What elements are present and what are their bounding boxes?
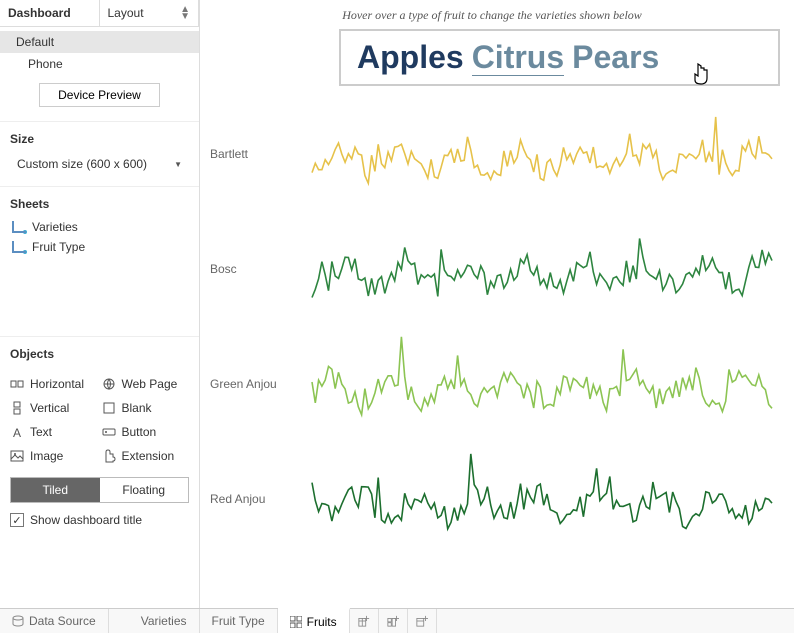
object-label: Blank bbox=[122, 401, 152, 415]
button-icon bbox=[102, 425, 116, 439]
updown-icon: ▲▼ bbox=[180, 6, 190, 20]
chart-row: Bosc bbox=[204, 211, 780, 326]
webpage-icon bbox=[102, 377, 116, 391]
show-title-label: Show dashboard title bbox=[30, 513, 142, 527]
fruit-type-title-box[interactable]: Apples Citrus Pears bbox=[339, 29, 780, 86]
sheet-tab-fruit-type[interactable]: Fruit Type bbox=[200, 609, 278, 633]
chart-row: Bartlett bbox=[204, 96, 780, 211]
chart-row: Green Anjou bbox=[204, 326, 780, 441]
tab-label: Data Source bbox=[29, 614, 96, 628]
chart-row: Red Anjou bbox=[204, 441, 780, 556]
dashboard-canvas: Hover over a type of fruit to change the… bbox=[200, 0, 794, 608]
device-list: Default Phone Device Preview bbox=[0, 27, 199, 122]
tab-data-source[interactable]: Data Source bbox=[0, 609, 109, 633]
text-icon: A bbox=[10, 425, 24, 439]
left-panel: Dashboard Layout ▲▼ Default Phone Device… bbox=[0, 0, 200, 608]
sheet-label: Varieties bbox=[32, 220, 78, 234]
sheet-tab-fruits[interactable]: Fruits bbox=[278, 608, 350, 633]
sheets-header: Sheets bbox=[10, 197, 189, 211]
horizontal-icon bbox=[10, 377, 24, 391]
new-dashboard-button[interactable] bbox=[379, 609, 408, 633]
sheet-varieties[interactable]: Varieties bbox=[10, 217, 189, 237]
chevron-down-icon: ▼ bbox=[174, 160, 182, 169]
tab-label: Fruits bbox=[307, 615, 337, 629]
title-word-citrus[interactable]: Citrus bbox=[472, 39, 564, 76]
size-section: Size Custom size (600 x 600) ▼ bbox=[0, 122, 199, 187]
bar-chart-icon bbox=[12, 241, 26, 253]
tab-layout[interactable]: Layout ▲▼ bbox=[100, 0, 200, 26]
bottom-tab-bar: Data Source Varieties Fruit Type Fruits bbox=[0, 608, 794, 633]
chart-label: Red Anjou bbox=[204, 492, 304, 506]
tab-dashboard[interactable]: Dashboard bbox=[0, 0, 100, 26]
object-vertical[interactable]: Vertical bbox=[10, 397, 98, 419]
object-label: Web Page bbox=[122, 377, 178, 391]
object-blank[interactable]: Blank bbox=[102, 397, 190, 419]
object-label: Image bbox=[30, 449, 63, 463]
sparkline-chart[interactable] bbox=[304, 214, 780, 324]
objects-header: Objects bbox=[0, 337, 199, 363]
sheets-section: Sheets Varieties Fruit Type bbox=[0, 187, 199, 337]
object-horizontal[interactable]: Horizontal bbox=[10, 373, 98, 395]
new-worksheet-button[interactable] bbox=[350, 609, 379, 633]
object-webpage[interactable]: Web Page bbox=[102, 373, 190, 395]
svg-text:A: A bbox=[13, 426, 21, 439]
new-dashboard-icon bbox=[387, 615, 399, 627]
sheet-label: Fruit Type bbox=[32, 240, 85, 254]
sparkline-chart[interactable] bbox=[304, 444, 780, 554]
new-story-button[interactable] bbox=[408, 609, 437, 633]
hover-hint: Hover over a type of fruit to change the… bbox=[204, 8, 780, 23]
tab-layout-label: Layout bbox=[108, 6, 144, 20]
device-default[interactable]: Default bbox=[0, 31, 199, 53]
sheet-tab-varieties[interactable]: Varieties bbox=[129, 609, 200, 633]
sheet-fruit-type[interactable]: Fruit Type bbox=[10, 237, 189, 257]
size-select[interactable]: Custom size (600 x 600) ▼ bbox=[10, 152, 189, 176]
chart-label: Bosc bbox=[204, 262, 304, 276]
title-word-pears[interactable]: Pears bbox=[572, 39, 659, 75]
object-label: Button bbox=[122, 425, 157, 439]
object-image[interactable]: Image bbox=[10, 445, 98, 467]
tiled-button[interactable]: Tiled bbox=[11, 478, 100, 502]
objects-section: Objects Horizontal Web Page Vertical Blank A… bbox=[0, 337, 199, 608]
device-phone[interactable]: Phone bbox=[0, 53, 199, 75]
panel-tabs: Dashboard Layout ▲▼ bbox=[0, 0, 199, 27]
object-text[interactable]: A Text bbox=[10, 421, 98, 443]
object-label: Horizontal bbox=[30, 377, 84, 391]
show-title-row[interactable]: ✓ Show dashboard title bbox=[0, 513, 199, 539]
vertical-icon bbox=[10, 401, 24, 415]
device-preview-button[interactable]: Device Preview bbox=[39, 83, 160, 107]
object-button[interactable]: Button bbox=[102, 421, 190, 443]
sparkline-chart[interactable] bbox=[304, 329, 780, 439]
blank-icon bbox=[102, 401, 116, 415]
object-label: Text bbox=[30, 425, 52, 439]
floating-button[interactable]: Floating bbox=[100, 478, 189, 502]
chart-label: Green Anjou bbox=[204, 377, 304, 391]
object-extension[interactable]: Extension bbox=[102, 445, 190, 467]
image-icon bbox=[10, 449, 24, 463]
bar-chart-icon bbox=[12, 221, 26, 233]
size-header: Size bbox=[10, 132, 189, 146]
checkbox-icon[interactable]: ✓ bbox=[10, 513, 24, 527]
extension-icon bbox=[102, 449, 116, 463]
dashboard-icon bbox=[290, 616, 302, 628]
size-value: Custom size (600 x 600) bbox=[17, 157, 147, 171]
chart-label: Bartlett bbox=[204, 147, 304, 161]
tiled-floating-toggle: Tiled Floating bbox=[10, 477, 189, 503]
new-worksheet-icon bbox=[358, 615, 370, 627]
object-label: Extension bbox=[122, 449, 175, 463]
new-story-icon bbox=[416, 615, 428, 627]
title-word-apples[interactable]: Apples bbox=[357, 39, 464, 75]
object-label: Vertical bbox=[30, 401, 69, 415]
sparkline-chart[interactable] bbox=[304, 99, 780, 209]
data-source-icon bbox=[12, 615, 24, 627]
